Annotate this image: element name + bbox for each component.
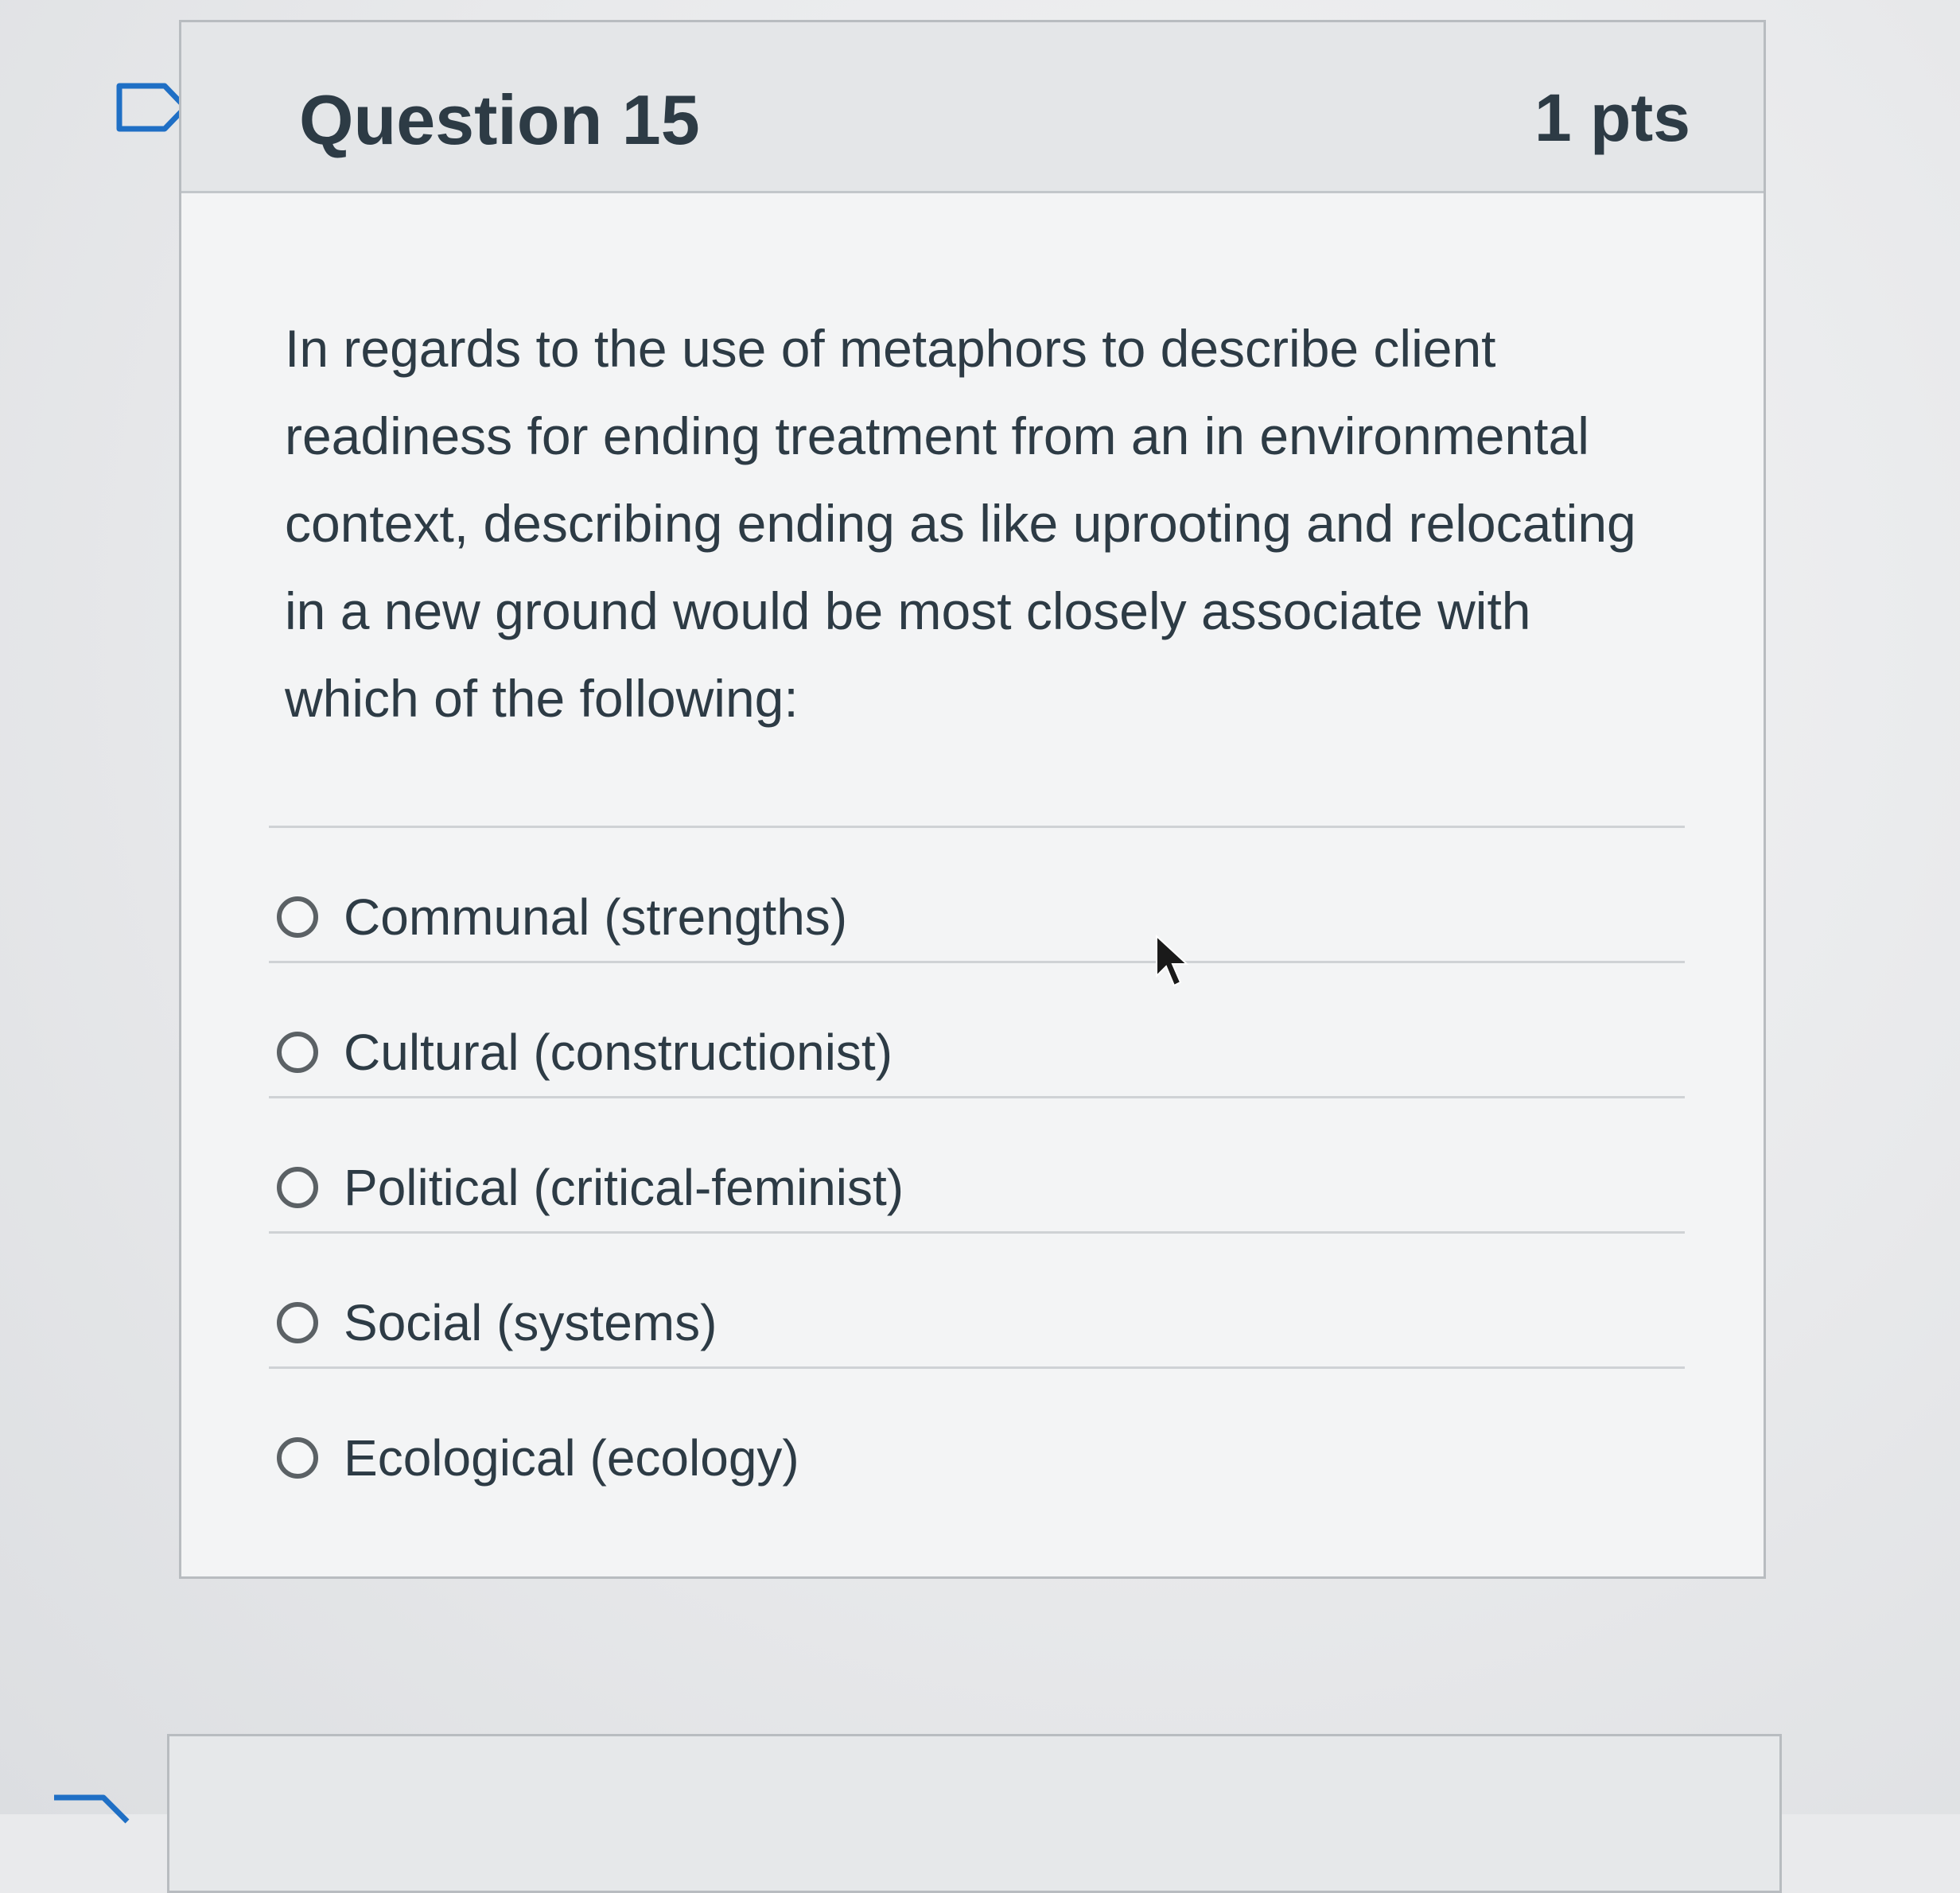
question-card: Question 15 1 pts In regards to the use …: [179, 20, 1766, 1579]
question-text: In regards to the use of metaphors to de…: [285, 319, 1636, 728]
question-header: Question 15 1 pts: [181, 22, 1764, 193]
answer-label[interactable]: Social (systems): [344, 1293, 717, 1352]
mouse-pointer-icon: [1156, 935, 1189, 987]
answer-option[interactable]: Social (systems): [277, 1279, 1470, 1366]
answer-option[interactable]: Ecological (ecology): [277, 1414, 1470, 1502]
answer-divider: [269, 1231, 1685, 1234]
radio-button[interactable]: [277, 1167, 318, 1208]
answer-divider: [269, 826, 1685, 828]
question-title: Question 15: [299, 80, 700, 159]
next-question-card: [167, 1734, 1782, 1893]
radio-button[interactable]: [277, 1302, 318, 1343]
bookmark-flag-icon[interactable]: [48, 1790, 135, 1837]
answer-label[interactable]: Ecological (ecology): [344, 1428, 799, 1487]
question-points: 1 pts: [1534, 80, 1690, 155]
answer-divider: [269, 961, 1685, 963]
answer-label[interactable]: Political (critical-feminist): [344, 1158, 904, 1217]
radio-button[interactable]: [277, 1437, 318, 1479]
radio-button[interactable]: [277, 896, 318, 938]
answer-divider: [269, 1366, 1685, 1369]
answer-option[interactable]: Communal (strengths): [277, 873, 1470, 961]
radio-button[interactable]: [277, 1032, 318, 1073]
answer-option[interactable]: Cultural (constructionist): [277, 1009, 1470, 1096]
answer-label[interactable]: Communal (strengths): [344, 888, 847, 946]
answer-divider: [269, 1096, 1685, 1098]
answer-label[interactable]: Cultural (constructionist): [344, 1023, 892, 1082]
answer-option[interactable]: Political (critical-feminist): [277, 1144, 1470, 1231]
